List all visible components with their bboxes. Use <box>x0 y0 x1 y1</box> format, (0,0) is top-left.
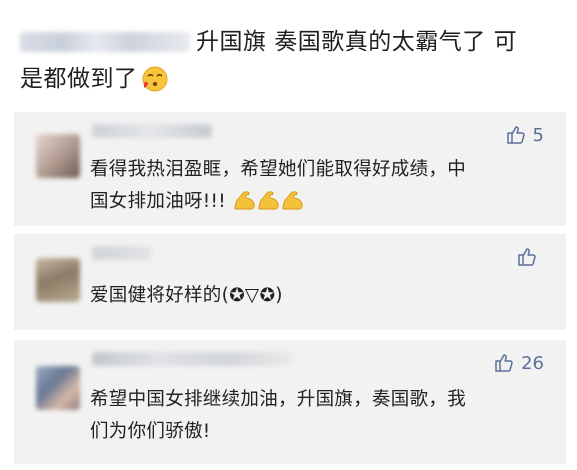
blurred-username[interactable] <box>20 32 190 52</box>
like-button[interactable]: 5 <box>505 124 544 146</box>
comment-text-line-1: 看得我热泪盈眶，希望她们能取得好成绩，中 <box>90 159 467 180</box>
comments-section: 5 看得我热泪盈眶，希望她们能取得好成绩，中 国女排加油呀!!! 爱国健将好样的… <box>14 112 566 464</box>
thumbs-up-icon <box>495 354 513 372</box>
post-line-2: 是都做到了 <box>20 63 168 95</box>
comment-text-line-1: 爱国健将好样的(✪▽✪) <box>90 285 283 306</box>
blurred-username[interactable] <box>92 246 152 260</box>
comment-text-line-1: 希望中国女排继续加油，升国旗，奏国歌，我 <box>90 389 467 410</box>
flexed-biceps-emoji-icon <box>234 191 255 210</box>
post-line-1: 升国旗 奏国歌真的太霸气了 可 <box>20 26 517 58</box>
main-post: 升国旗 奏国歌真的太霸气了 可 是都做到了 <box>0 0 577 110</box>
like-count: 5 <box>532 124 544 146</box>
comment-card: 26 希望中国女排继续加油，升国旗，奏国歌，我 们为你们骄傲! <box>14 340 566 464</box>
avatar[interactable] <box>36 134 80 178</box>
blurred-username[interactable] <box>92 352 292 366</box>
flexed-biceps-emoji-icon <box>258 191 279 210</box>
comment-text-line-2: 国女排加油呀!!! <box>90 186 466 218</box>
like-button[interactable]: 26 <box>493 352 544 374</box>
like-count: 26 <box>521 352 544 374</box>
comment-text: 希望中国女排继续加油，升国旗，奏国歌，我 们为你们骄傲! <box>90 384 466 448</box>
comment-text: 看得我热泪盈眶，希望她们能取得好成绩，中 国女排加油呀!!! <box>90 154 466 218</box>
thumbs-up-icon <box>518 248 536 266</box>
avatar[interactable] <box>36 366 80 410</box>
post-text-line-1: 升国旗 奏国歌真的太霸气了 可 <box>196 29 518 55</box>
avatar[interactable] <box>36 258 80 302</box>
kissing-face-emoji-icon <box>142 66 168 92</box>
blurred-username[interactable] <box>92 124 212 138</box>
comment-card: 爱国健将好样的(✪▽✪) <box>14 234 566 330</box>
comment-text-line-2: 们为你们骄傲! <box>90 421 211 442</box>
comment-text-line-2-text: 国女排加油呀!!! <box>90 191 226 212</box>
comment-card: 5 看得我热泪盈眶，希望她们能取得好成绩，中 国女排加油呀!!! <box>14 112 566 226</box>
like-button[interactable] <box>516 246 544 268</box>
thumbs-up-icon <box>506 126 525 144</box>
post-text-line-2: 是都做到了 <box>20 66 138 92</box>
comment-text: 爱国健将好样的(✪▽✪) <box>90 280 283 312</box>
flexed-biceps-emoji-icon <box>282 191 303 210</box>
